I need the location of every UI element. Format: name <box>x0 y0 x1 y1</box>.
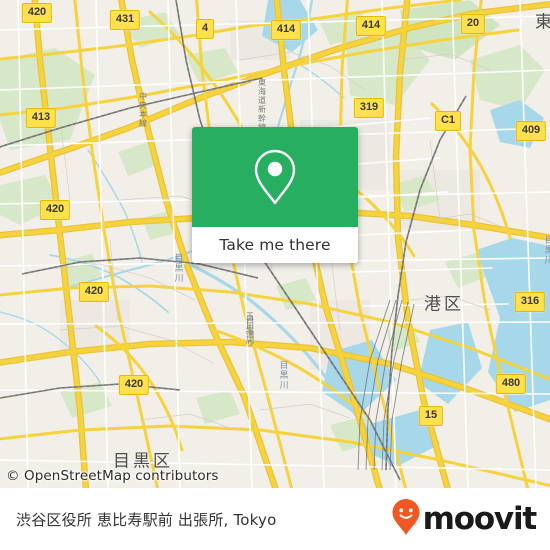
road-shield: 420 <box>78 282 110 302</box>
location-pin-icon <box>252 148 298 206</box>
road-shield: 20 <box>460 14 486 34</box>
road-shield: 480 <box>495 374 527 394</box>
moovit-brand-logo[interactable]: moovit <box>391 498 538 541</box>
road-shield: C1 <box>434 111 462 131</box>
road-shield: 414 <box>355 16 387 36</box>
popup-pin-area <box>192 127 358 227</box>
moovit-smiley-pin-icon <box>391 498 421 541</box>
take-me-there-button[interactable]: Take me there <box>192 227 358 263</box>
road-shield: 414 <box>270 20 302 40</box>
moovit-map-screen: .road-major { stroke:#f6d33c; stroke-lin… <box>0 0 550 550</box>
road-shield: 431 <box>109 10 141 30</box>
location-popup-card[interactable]: Take me there <box>192 127 358 263</box>
road-shield: 413 <box>25 108 57 128</box>
location-title: 渋谷区役所 恵比寿駅前 出張所, Tokyo <box>16 511 277 529</box>
road-shield: 420 <box>21 3 53 23</box>
map-canvas[interactable]: .road-major { stroke:#f6d33c; stroke-lin… <box>0 0 550 488</box>
road-shield: 15 <box>418 406 444 426</box>
osm-attribution[interactable]: © OpenStreetMap contributors <box>6 468 219 484</box>
road-shield: 420 <box>118 375 150 395</box>
road-shield: 316 <box>514 292 546 312</box>
moovit-wordmark: moovit <box>422 501 538 537</box>
road-shield: 420 <box>39 200 71 220</box>
footer-bar: 渋谷区役所 恵比寿駅前 出張所, Tokyo moovit <box>0 488 550 550</box>
road-shield: 409 <box>515 121 547 141</box>
road-shield: 319 <box>353 98 385 118</box>
road-shield: 4 <box>195 19 215 39</box>
